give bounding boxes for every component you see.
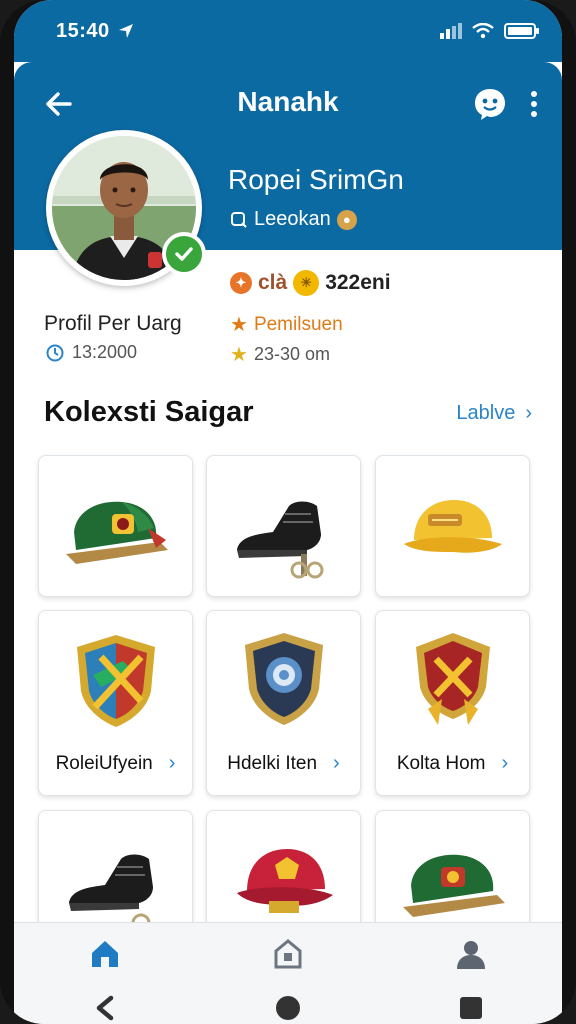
red-cap-icon — [236, 849, 333, 913]
more-options-button[interactable] — [524, 86, 544, 122]
system-home-button[interactable] — [274, 994, 302, 1024]
collection-item[interactable]: RoleiUfyein › — [38, 610, 193, 796]
chevron-right-icon: › — [333, 752, 340, 774]
chevron-right-icon: › — [525, 402, 532, 424]
chevron-right-icon: › — [501, 752, 509, 774]
more-vertical-icon — [531, 91, 537, 117]
stat-primary-row: ★ Pemilsuen — [230, 312, 343, 337]
orange-badge-icon: ✦ — [230, 272, 252, 294]
collection-item-label-row: RoleiUfyein › — [39, 752, 192, 775]
profil-id-row: 13:2000 — [46, 342, 137, 363]
collection-item[interactable]: Hdelki Iten › — [206, 610, 361, 796]
back-button[interactable] — [40, 86, 76, 122]
home-icon — [92, 941, 119, 967]
tab-profile[interactable] — [454, 937, 488, 976]
collection-item-label-row: Kolta Hom › — [376, 752, 529, 775]
yellow-cap-icon — [403, 500, 502, 553]
blue-shield-icon — [244, 633, 323, 725]
profile-name: Ropei SrimGn — [228, 164, 404, 195]
bottom-navigation — [14, 922, 562, 1024]
collection-item-label: RoleiUfyein — [55, 752, 153, 774]
back-chevron-icon — [97, 995, 114, 1021]
green-cap-icon — [65, 501, 168, 564]
system-back-button[interactable] — [91, 994, 119, 1024]
search-user-icon — [231, 211, 247, 228]
tab-home[interactable] — [88, 937, 122, 976]
badge-count: 322eni — [325, 271, 391, 294]
gold-star-icon: ★ — [230, 344, 248, 366]
collection-item-label: Hdelki Iten — [227, 752, 318, 774]
profil-label: Profil Per Uarg — [44, 312, 182, 335]
badge-row: ✦ clà ☀ 322eni — [230, 270, 391, 296]
wifi-icon — [472, 23, 494, 39]
chevron-right-icon: › — [168, 752, 176, 774]
chat-button[interactable] — [472, 86, 508, 122]
collection-item[interactable] — [38, 455, 193, 597]
top-app-bar: Nanahk — [14, 62, 562, 146]
tab-store[interactable] — [271, 937, 305, 976]
store-icon — [274, 939, 302, 969]
status-bar: 15:40 — [14, 0, 562, 62]
stat-primary-text: Pemilsuen — [253, 313, 343, 335]
collection-item-label-row: Hdelki Iten › — [207, 752, 360, 775]
see-all-link[interactable]: Lablve › — [456, 402, 532, 425]
badge-text: clà — [258, 271, 288, 294]
stat-secondary-text: 23-30 om — [253, 344, 330, 364]
collection-item[interactable] — [375, 455, 530, 597]
coin-icon: ● — [336, 209, 357, 230]
home-circle-icon — [275, 996, 300, 1020]
stat-secondary-row: ★ 23-30 om — [230, 342, 330, 367]
signal-icon — [440, 23, 462, 39]
chat-face-icon — [475, 89, 505, 120]
battery-icon — [504, 23, 539, 39]
profile-icon — [456, 941, 485, 969]
verified-badge — [162, 232, 206, 276]
system-recents-button[interactable] — [457, 994, 485, 1024]
recents-square-icon — [459, 997, 482, 1019]
profile-handle-text: Leeokan — [254, 208, 331, 230]
back-arrow-icon — [46, 92, 72, 116]
status-time: 15:40 — [56, 19, 110, 42]
screen: 15:40 Nanahk Ropei SrimGn Leeokan ● ✦ cl… — [14, 0, 562, 1024]
red-gold-shield-icon — [415, 633, 490, 725]
profil-id-text: 13:2000 — [72, 342, 138, 362]
red-blue-shield-icon — [76, 635, 155, 727]
see-all-label: Lablve — [456, 402, 516, 424]
profile-handle: Leeokan ● — [230, 208, 357, 231]
black-boot-icon — [236, 501, 323, 579]
tab-bar — [14, 923, 562, 976]
collection-item[interactable]: Kolta Hom › — [375, 610, 530, 796]
checkmark-icon — [175, 247, 193, 261]
collection-title: Kolexsti Saigar — [44, 396, 254, 428]
green-cap-icon — [402, 854, 505, 917]
clock-icon — [46, 344, 64, 361]
location-arrow-icon — [118, 24, 133, 38]
gold-sun-icon: ☀ — [293, 270, 320, 296]
phone-frame: 15:40 Nanahk Ropei SrimGn Leeokan ● ✦ cl… — [0, 0, 576, 1024]
collection-item-label: Kolta Hom — [396, 752, 486, 774]
collection-item[interactable] — [206, 455, 361, 597]
orange-star-icon: ★ — [230, 314, 248, 336]
system-nav-bar — [14, 976, 562, 1024]
